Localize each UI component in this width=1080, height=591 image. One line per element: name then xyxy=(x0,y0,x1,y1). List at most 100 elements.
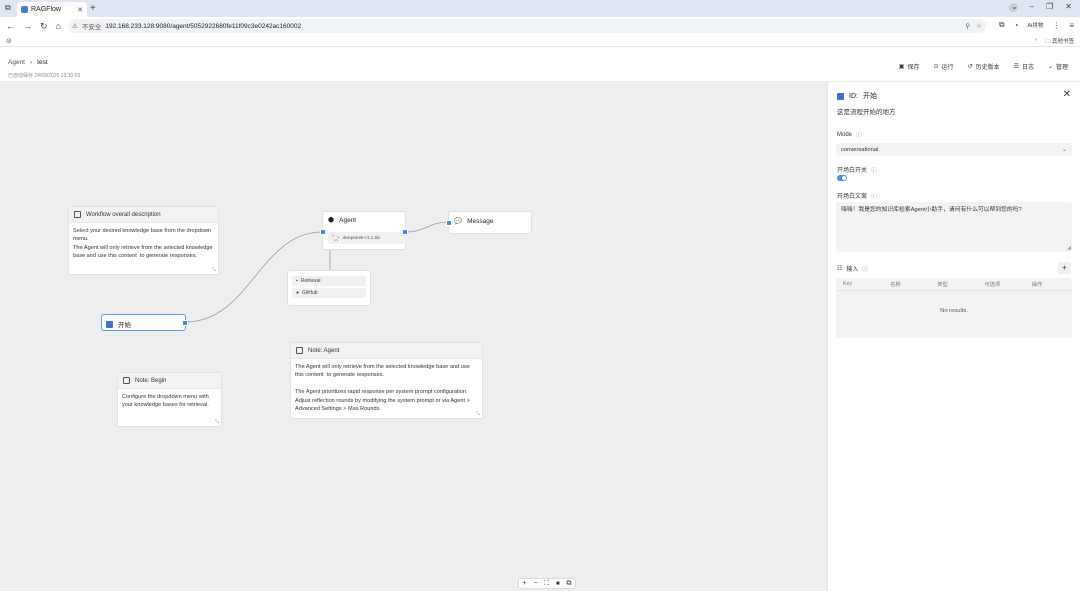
breadcrumb: Agent › test xyxy=(8,59,48,66)
address-bar[interactable]: ⚠ 不安全 192.168.233.128:9080/agent/5052922… xyxy=(68,19,986,33)
new-tab-icon[interactable]: + xyxy=(90,3,96,14)
col-type: 类型 xyxy=(937,281,948,288)
info-icon[interactable]: ⓘ xyxy=(856,131,862,139)
translate-button[interactable]: Ai拼物 xyxy=(1027,21,1043,29)
note-title: Note: Agent xyxy=(308,347,340,354)
lock-icon[interactable]: ■ xyxy=(556,581,560,587)
add-input-button[interactable]: + xyxy=(1058,262,1071,274)
flow-canvas[interactable]: Workflow overall description Select your… xyxy=(0,82,827,591)
port-in[interactable] xyxy=(446,220,452,226)
note-icon xyxy=(74,211,81,218)
reload-icon[interactable]: ↻ xyxy=(40,21,48,32)
breadcrumb-agent[interactable]: Agent xyxy=(8,59,25,66)
browser-tab[interactable]: RAGFlow ✕ xyxy=(17,2,87,17)
node-label: 开始 xyxy=(118,322,131,329)
inputs-label: 输入 xyxy=(846,267,859,273)
github-icon: ● xyxy=(296,290,300,296)
note-add-icon[interactable]: ⧉ xyxy=(567,580,572,588)
dropdown-icon[interactable]: ⌄ xyxy=(1011,2,1018,11)
note-begin[interactable]: Note: Begin Configure the dropdown menu … xyxy=(117,372,222,427)
mode-select[interactable]: conversational ⌄ xyxy=(836,143,1072,156)
port-out[interactable] xyxy=(182,320,188,326)
inputs-row: ☷ 输入 ⓘ xyxy=(837,264,868,273)
opening-toggle[interactable] xyxy=(837,175,847,181)
resize-handle-icon[interactable]: ⤡ xyxy=(212,267,216,273)
insecure-label: 不安全 xyxy=(81,24,102,31)
location-icon[interactable]: ⚲ xyxy=(965,22,970,30)
browser-tools: ⧉ ◔ Ai拼物 ⋮ ≡ xyxy=(999,20,1074,30)
note-title: Workflow overall description xyxy=(86,211,161,218)
zoom-out-icon[interactable]: − xyxy=(533,580,537,587)
log-icon: ☰ xyxy=(1013,64,1019,70)
url-text[interactable]: 192.168.233.128:9080/agent/5052922680fe1… xyxy=(105,23,301,30)
home-icon[interactable]: ⌂ xyxy=(56,21,61,32)
menu-icon[interactable]: ≡ xyxy=(1069,21,1074,30)
node-message[interactable]: 💬 Message xyxy=(446,211,532,234)
chevron-down-icon: ⌄ xyxy=(1061,147,1067,153)
minimize-icon[interactable]: – xyxy=(1030,2,1034,11)
log-button[interactable]: ☰ 日志 xyxy=(1014,62,1034,71)
tool-retrieval[interactable]: ▪ Retrieval xyxy=(292,276,366,286)
note-body[interactable]: Select your desired knowledge base from … xyxy=(69,223,218,265)
panel-id-label: ID: xyxy=(849,92,858,100)
window-menu-icon[interactable]: ⧉ xyxy=(5,3,11,13)
table-header: Key 名称 类型 可选项 操作 xyxy=(836,278,1072,291)
back-icon[interactable]: ← xyxy=(6,21,15,32)
fit-view-icon[interactable]: ⛶ xyxy=(544,580,549,588)
model-chip[interactable]: 🦙 deepseek-r1:1.5b xyxy=(328,232,408,244)
resize-handle-icon[interactable]: ◢ xyxy=(1067,244,1071,252)
col-name: 名称 xyxy=(890,281,901,288)
node-label: Message xyxy=(467,217,494,225)
col-options: 可选项 xyxy=(984,281,1001,288)
close-window-icon[interactable]: ✕ xyxy=(1065,2,1072,11)
more-icon[interactable]: ⋮ xyxy=(1052,21,1060,30)
extensions-icon[interactable]: ⧉ xyxy=(999,20,1005,30)
info-icon[interactable]: ⓘ xyxy=(871,192,877,200)
apps-icon[interactable]: ⊘ xyxy=(6,37,12,45)
tool-github[interactable]: ● GitHub xyxy=(292,288,366,298)
zoom-in-icon[interactable]: + xyxy=(522,580,526,587)
save-button[interactable]: ▣ 保存 xyxy=(899,62,920,71)
note-body[interactable]: Configure the dropdown menu with your kn… xyxy=(118,389,221,414)
resize-handle-icon[interactable]: ⤡ xyxy=(215,419,219,425)
info-icon[interactable]: ⓘ xyxy=(862,265,868,273)
port-out[interactable] xyxy=(402,229,408,235)
edge-agent-message xyxy=(405,221,449,233)
save-icon: ▣ xyxy=(898,64,905,70)
resize-handle-icon[interactable]: ⤡ xyxy=(476,411,480,417)
opening-textarea[interactable]: 嗨嗨！我是您的知识库检索Agent小助手，请问有什么可以帮到您的吗? ◢ xyxy=(836,202,1072,252)
node-agent[interactable]: ⬢ Agent 🦙 deepseek-r1:1.5b xyxy=(320,211,408,250)
note-agent[interactable]: Note: Agent The Agent will only retrieve… xyxy=(290,342,483,419)
info-icon[interactable]: ⓘ xyxy=(871,166,877,174)
history-button[interactable]: ↺ 历史版本 xyxy=(968,62,1000,71)
retrieval-icon: ▪ xyxy=(296,278,298,284)
config-panel: ID: 开始 ✕ 这是流程开始的地方 Mode ⓘ conversational… xyxy=(827,82,1080,591)
restore-icon[interactable]: ❐ xyxy=(1046,2,1053,11)
run-button[interactable]: ⊙ 运行 xyxy=(933,62,953,71)
note-body[interactable]: The Agent will only retrieve from the se… xyxy=(291,359,482,417)
note-icon xyxy=(296,347,303,354)
note-workflow[interactable]: Workflow overall description Select your… xyxy=(68,206,219,275)
account-icon[interactable]: ◔ xyxy=(1014,21,1019,30)
manage-button[interactable]: ⌄ 管理 xyxy=(1048,62,1068,71)
chevron-down-icon: ⌄ xyxy=(1047,64,1053,70)
nav-buttons: ← → ↻ ⌂ xyxy=(0,21,61,32)
panel-close-icon[interactable]: ✕ xyxy=(1063,89,1071,100)
browser-toolbar: ← → ↻ ⌂ ⚠ 不安全 192.168.233.128:9080/agent… xyxy=(0,17,1080,36)
app-header: Agent › test 已自动保存 24/09/2025 23:10:03 ▣… xyxy=(0,47,1080,82)
play-icon: ⊙ xyxy=(933,64,939,70)
node-tools[interactable]: ▪ Retrieval ● GitHub xyxy=(287,270,371,306)
node-begin[interactable]: 开始 xyxy=(101,314,188,331)
model-name: deepseek-r1:1.5b xyxy=(342,235,381,241)
tab-close-icon[interactable]: ✕ xyxy=(77,6,83,14)
other-bookmarks[interactable]: 🗀 其他书签 xyxy=(1045,37,1074,47)
forward-icon[interactable]: → xyxy=(23,21,32,32)
mode-value: conversational xyxy=(841,146,879,153)
star-icon[interactable]: ☆ xyxy=(976,22,982,30)
panel-node-name[interactable]: 开始 xyxy=(863,91,877,101)
bookmarks-chevron-icon[interactable]: › xyxy=(1035,37,1037,47)
port-in[interactable] xyxy=(320,229,326,235)
message-icon: 💬 xyxy=(454,218,463,225)
col-actions: 操作 xyxy=(1031,281,1043,288)
empty-state: No results. xyxy=(940,308,968,314)
